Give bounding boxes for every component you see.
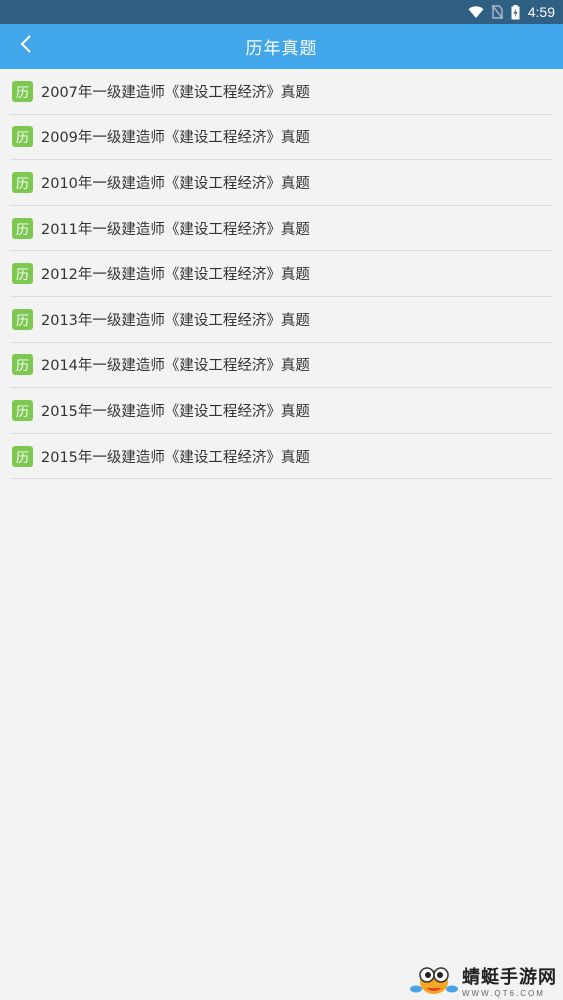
list-item[interactable]: 历 2007年一级建造师《建设工程经济》真题 [10,69,553,115]
battery-charging-icon [511,4,520,20]
list-item[interactable]: 历 2011年一级建造师《建设工程经济》真题 [10,206,553,252]
list-item-label: 2014年一级建造师《建设工程经济》真题 [41,358,310,375]
list-item-label: 2010年一级建造师《建设工程经济》真题 [41,175,310,192]
history-badge-icon: 历 [12,445,33,467]
list-item-label: 2012年一级建造师《建设工程经济》真题 [41,267,310,284]
list-item[interactable]: 历 2014年一级建造师《建设工程经济》真题 [10,343,553,389]
history-badge-icon: 历 [12,399,33,421]
status-time: 4:59 [527,4,555,20]
wifi-icon [468,5,484,19]
list-item[interactable]: 历 2010年一级建造师《建设工程经济》真题 [10,160,553,206]
list-item-label: 2009年一级建造师《建设工程经济》真题 [41,130,310,147]
list-item-label: 2013年一级建造师《建设工程经济》真题 [41,312,310,329]
dragonfly-logo-icon [410,962,458,998]
list-item-label: 2015年一级建造师《建设工程经济》真题 [41,403,310,420]
page-title: 历年真题 [245,39,318,59]
history-badge-icon: 历 [12,308,33,330]
list-item[interactable]: 历 2009年一级建造师《建设工程经济》真题 [10,115,553,161]
list-item[interactable]: 历 2013年一级建造师《建设工程经济》真题 [10,297,553,343]
watermark: 蜻蜓手游网 WWW.QT6.COM [410,962,557,998]
watermark-url: WWW.QT6.COM [462,988,545,998]
list-item[interactable]: 历 2015年一级建造师《建设工程经济》真题 [10,388,553,434]
watermark-name: 蜻蜓手游网 [462,966,557,988]
list-item[interactable]: 历 2015年一级建造师《建设工程经济》真题 [10,434,553,480]
status-bar: 4:59 [0,0,563,24]
list-item-label: 2015年一级建造师《建设工程经济》真题 [41,449,310,466]
exam-list: 历 2007年一级建造师《建设工程经济》真题 历 2009年一级建造师《建设工程… [0,69,563,480]
history-badge-icon: 历 [12,263,33,285]
app-bar: 历年真题 [0,24,563,69]
list-item-label: 2007年一级建造师《建设工程经济》真题 [41,84,310,101]
no-sim-icon [491,5,503,19]
history-badge-icon: 历 [12,126,33,148]
back-button[interactable] [10,30,42,62]
chevron-left-icon [20,34,32,58]
history-badge-icon: 历 [12,217,33,239]
history-badge-icon: 历 [12,354,33,376]
history-badge-icon: 历 [12,171,33,193]
list-item-label: 2011年一级建造师《建设工程经济》真题 [41,221,310,238]
history-badge-icon: 历 [12,80,33,102]
list-item[interactable]: 历 2012年一级建造师《建设工程经济》真题 [10,251,553,297]
